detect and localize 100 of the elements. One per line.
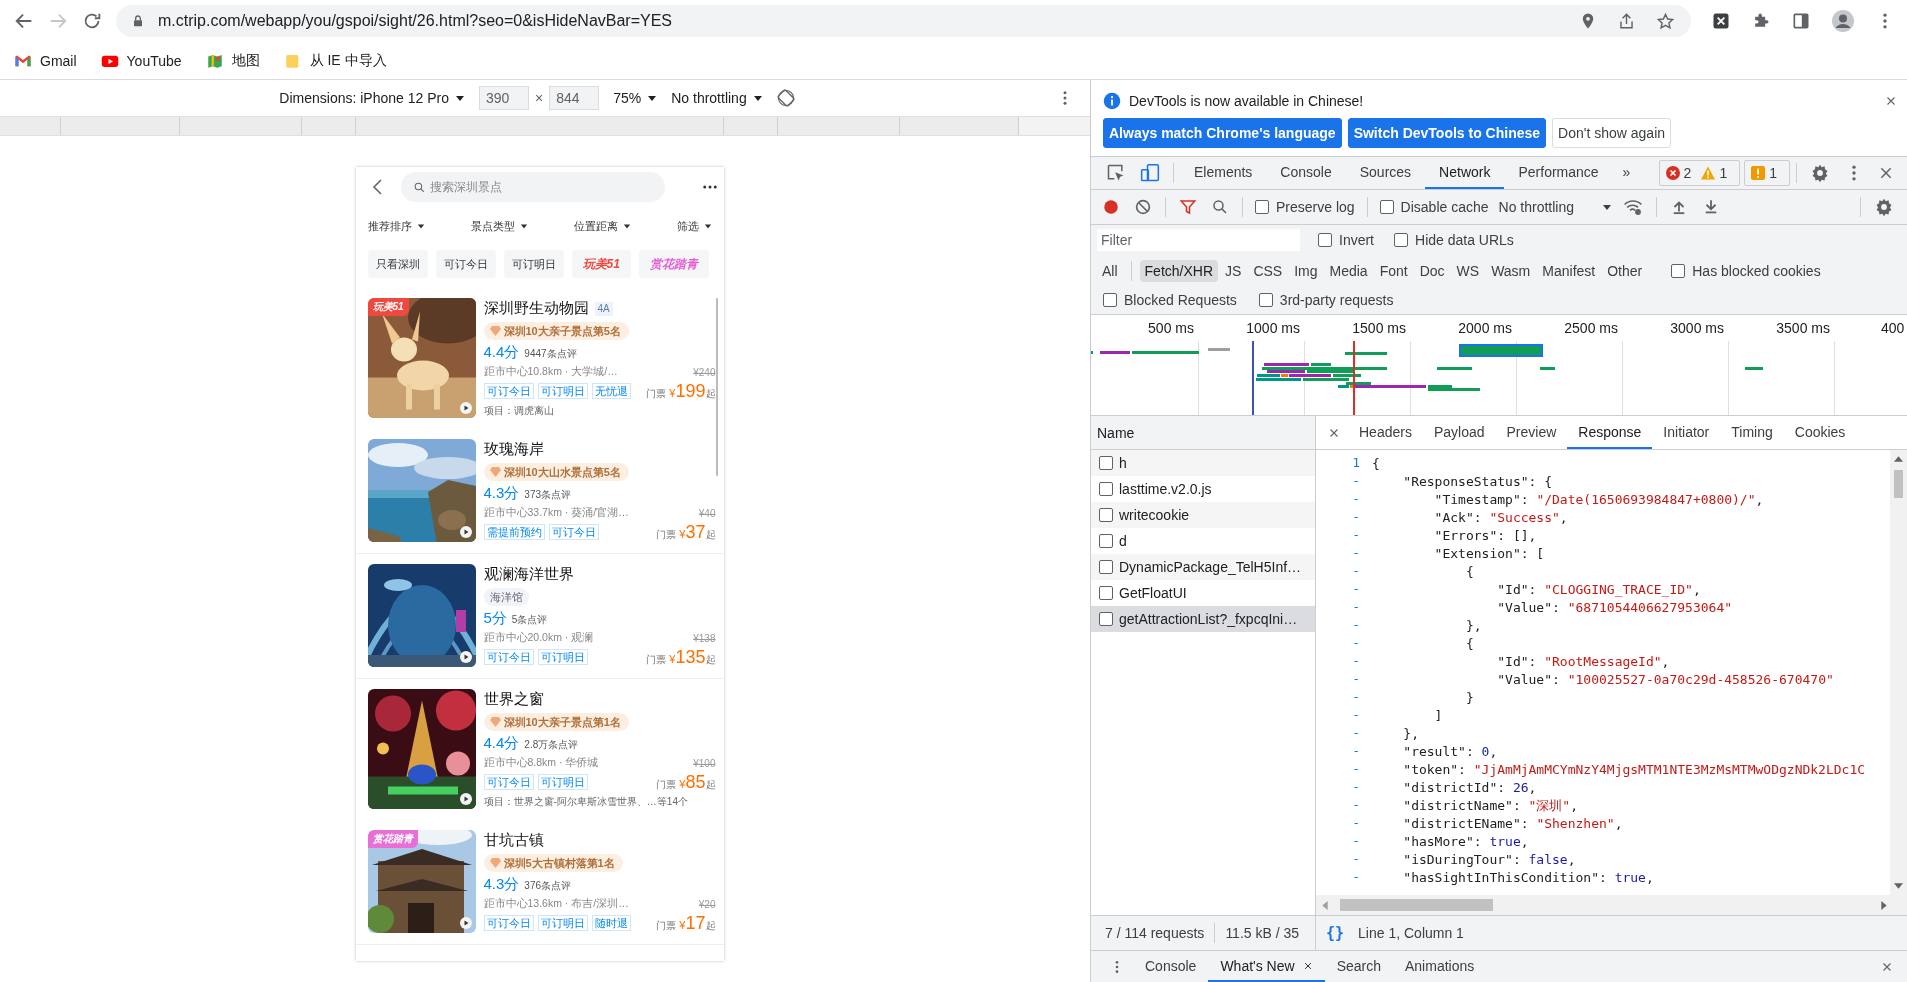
sight-name[interactable]: 深圳野生动物园 — [483, 299, 589, 318]
filter-chip[interactable]: 可订今日 — [435, 250, 496, 278]
infobar-button[interactable]: Don't show again — [1552, 118, 1672, 148]
checkbox[interactable] — [1099, 586, 1113, 600]
bookmark[interactable]: 从 IE 中导入 — [275, 47, 395, 74]
close-icon[interactable] — [1881, 960, 1893, 973]
network-conditions-icon[interactable] — [1623, 197, 1643, 217]
play-icon[interactable] — [459, 526, 472, 538]
filter-field[interactable]: Filter — [1097, 229, 1300, 251]
request-row[interactable]: GetFloatUI — [1091, 580, 1315, 606]
settings-icon[interactable] — [1874, 197, 1894, 217]
right-arrow-icon[interactable] — [1881, 900, 1887, 910]
zoom-dropdown[interactable]: 75% — [613, 90, 658, 106]
panel-tab[interactable]: Sources — [1345, 157, 1426, 189]
drawer-tab[interactable]: What's New — [1208, 951, 1325, 982]
type-filter[interactable]: Wasm — [1486, 259, 1536, 282]
play-icon[interactable] — [459, 793, 472, 805]
close-icon[interactable] — [1885, 95, 1897, 107]
sight-name[interactable]: 世界之窗 — [483, 690, 544, 709]
address-bar[interactable]: m.ctrip.com/webapp/you/gspoi/sight/26.html?seo=0&isHideNavBar=YES — [116, 5, 1691, 37]
detail-tab[interactable]: Response — [1567, 416, 1653, 449]
checkbox[interactable] — [1379, 200, 1394, 214]
panel-tab[interactable]: Console — [1266, 157, 1346, 189]
checkbox[interactable] — [1099, 612, 1113, 626]
play-icon[interactable] — [459, 917, 472, 929]
request-row[interactable]: lasttime.v2.0.js — [1091, 476, 1315, 502]
checkbox[interactable] — [1099, 560, 1113, 574]
inspect-icon[interactable] — [1106, 163, 1126, 183]
more-tabs-button[interactable]: » — [1612, 157, 1641, 189]
type-filter[interactable]: CSS — [1248, 259, 1288, 282]
drawer-tab[interactable]: Console — [1133, 951, 1209, 982]
infobar-button[interactable]: Switch DevTools to Chinese — [1347, 118, 1547, 148]
up-arrow-icon[interactable] — [1894, 456, 1903, 462]
type-filter[interactable]: Doc — [1414, 259, 1450, 282]
detail-tab[interactable]: Preview — [1495, 416, 1568, 449]
type-filter[interactable]: All — [1097, 259, 1123, 282]
height-field[interactable]: 844 — [549, 86, 600, 110]
format-button[interactable]: {} — [1326, 924, 1345, 942]
scrollbar-thumb[interactable] — [1340, 899, 1493, 911]
rotate-icon[interactable] — [776, 89, 795, 107]
down-arrow-icon[interactable] — [1894, 883, 1903, 889]
request-row[interactable]: d — [1091, 528, 1315, 554]
search-field[interactable]: 搜索深圳景点 — [400, 172, 665, 202]
panel-tab[interactable]: Elements — [1180, 157, 1267, 189]
star-icon[interactable] — [1656, 11, 1675, 31]
checkbox[interactable] — [1671, 263, 1686, 278]
checkbox[interactable] — [1318, 233, 1332, 247]
filter-dropdown[interactable]: 景点类型 — [470, 218, 528, 234]
width-field[interactable]: 390 — [479, 86, 529, 110]
type-filter[interactable]: Img — [1289, 259, 1323, 282]
request-row[interactable]: h — [1091, 450, 1315, 476]
record-icon[interactable] — [1102, 198, 1120, 216]
filter-icon[interactable] — [1179, 198, 1197, 216]
throttling-dropdown[interactable]: No throttling — [1498, 199, 1612, 215]
type-filter[interactable]: Manifest — [1537, 259, 1601, 282]
panel-tab[interactable]: Performance — [1504, 157, 1613, 189]
issues-button[interactable]: 1 — [1744, 160, 1790, 186]
filter-chip[interactable]: 只看深圳 — [367, 250, 428, 278]
type-filter[interactable]: Font — [1374, 259, 1413, 282]
detail-tab[interactable]: Headers — [1348, 416, 1423, 449]
drawer-tab[interactable]: Search — [1324, 951, 1393, 982]
request-row[interactable]: DynamicPackage_TelH5Inf… — [1091, 554, 1315, 580]
share-icon[interactable] — [1617, 11, 1636, 31]
checkbox[interactable] — [1099, 508, 1113, 522]
bookmark[interactable]: YouTube — [92, 47, 190, 74]
sight-name[interactable]: 玫瑰海岸 — [483, 440, 544, 459]
column-header[interactable]: Name — [1091, 416, 1315, 450]
infobar-button[interactable]: Always match Chrome's language — [1103, 118, 1342, 148]
filter-chip[interactable]: 可订明日 — [503, 250, 564, 278]
checkbox[interactable] — [1099, 534, 1113, 548]
issues-counter[interactable]: 2 1 — [1658, 160, 1741, 186]
checkbox[interactable] — [1103, 293, 1117, 307]
avatar-icon[interactable] — [1831, 9, 1855, 33]
checkbox[interactable] — [1099, 456, 1113, 470]
search-icon[interactable] — [1211, 198, 1229, 216]
detail-tab[interactable]: Cookies — [1783, 416, 1857, 449]
device-toolbar-icon[interactable] — [1140, 163, 1160, 183]
bookmark[interactable]: 地图 — [197, 47, 268, 74]
checkbox[interactable] — [1394, 233, 1408, 247]
sidebar-icon[interactable] — [1791, 11, 1811, 31]
play-icon[interactable] — [459, 651, 472, 663]
type-filter[interactable]: JS — [1220, 259, 1247, 282]
checkbox[interactable] — [1255, 200, 1269, 214]
drawer-tab[interactable]: Animations — [1393, 951, 1487, 982]
type-filter[interactable]: Media — [1324, 259, 1373, 282]
request-row[interactable]: getAttractionList?_fxpcqIni… — [1091, 606, 1315, 632]
checkbox[interactable] — [1099, 482, 1113, 496]
scrollbar-thumb[interactable] — [1894, 470, 1903, 498]
throttling-dropdown[interactable]: No throttling — [671, 90, 763, 106]
detail-tab[interactable]: Timing — [1720, 416, 1784, 449]
back-icon[interactable] — [370, 179, 383, 195]
play-icon[interactable] — [459, 402, 472, 414]
filter-dropdown[interactable]: 推荐排序 — [367, 218, 425, 234]
request-row[interactable]: writecookie — [1091, 502, 1315, 528]
settings-icon[interactable] — [1810, 163, 1830, 183]
type-filter[interactable]: WS — [1451, 259, 1485, 282]
filter-dropdown[interactable]: 位置距离 — [573, 218, 631, 234]
type-filter[interactable]: Other — [1602, 259, 1648, 282]
scrollbar[interactable] — [1890, 450, 1907, 895]
detail-tab[interactable]: Payload — [1422, 416, 1496, 449]
